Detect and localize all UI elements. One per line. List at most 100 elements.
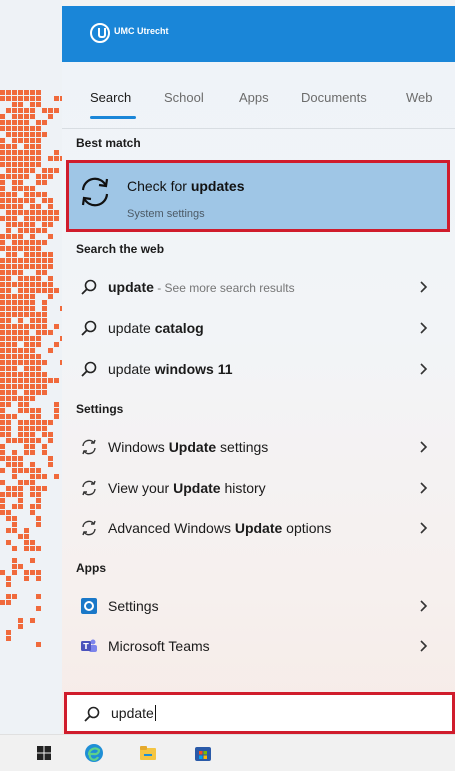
wallpaper-dot (30, 150, 35, 155)
wallpaper-dot (24, 300, 29, 305)
wallpaper-dot (36, 252, 41, 257)
sync-icon (81, 177, 109, 207)
wallpaper-dot (6, 426, 11, 431)
chevron-right-icon (420, 482, 428, 494)
wallpaper-dot (36, 366, 41, 371)
wallpaper-dot (6, 528, 11, 533)
settings-result-row[interactable]: View your Update history (62, 470, 455, 506)
app-result-row[interactable]: T Microsoft Teams (62, 628, 455, 664)
wallpaper-dot (6, 396, 11, 401)
wallpaper-dot (6, 294, 11, 299)
wallpaper-dot (30, 438, 35, 443)
wallpaper-dot (18, 336, 23, 341)
windows-start-icon[interactable] (34, 743, 54, 763)
wallpaper-dot (24, 252, 29, 257)
wallpaper-dot (12, 522, 17, 527)
taskbar (0, 734, 455, 771)
wallpaper-dot (0, 180, 5, 185)
wallpaper-dot (30, 138, 35, 143)
wallpaper-dot (0, 330, 5, 335)
tab-documents[interactable]: Documents (301, 90, 367, 105)
chevron-right-icon (420, 441, 428, 453)
wallpaper-dot (18, 402, 23, 407)
wallpaper-dot (6, 246, 11, 251)
wallpaper-dot (36, 288, 41, 293)
wallpaper-dot (30, 222, 35, 227)
wallpaper-dot (0, 426, 5, 431)
wallpaper-dot (48, 288, 53, 293)
wallpaper-dot (6, 492, 11, 497)
wallpaper-dot (30, 264, 35, 269)
wallpaper-dot (0, 90, 5, 95)
wallpaper-dot (30, 204, 35, 209)
wallpaper-dot (6, 96, 11, 101)
wallpaper-dot (12, 294, 17, 299)
wallpaper-dot (12, 114, 17, 119)
best-match-result[interactable]: Check for updates System settings (66, 160, 450, 232)
wallpaper-dot (18, 276, 23, 281)
tab-school[interactable]: School (164, 90, 204, 105)
wallpaper-dot (30, 228, 35, 233)
wallpaper-dot (30, 444, 35, 449)
wallpaper-dot (6, 462, 11, 467)
edge-browser-icon[interactable] (84, 743, 104, 763)
microsoft-store-icon[interactable] (193, 743, 213, 763)
wallpaper-dot (18, 102, 23, 107)
wallpaper-dot (24, 90, 29, 95)
tab-apps[interactable]: Apps (239, 90, 269, 105)
wallpaper-dot (36, 372, 41, 377)
search-box[interactable]: update (64, 692, 455, 734)
wallpaper-dot (36, 276, 41, 281)
file-explorer-icon[interactable] (138, 743, 158, 763)
wallpaper-dot (18, 396, 23, 401)
search-input[interactable]: update (111, 705, 156, 721)
wallpaper-dot (42, 486, 47, 491)
wallpaper-dot (12, 504, 17, 509)
wallpaper-dot (6, 516, 11, 521)
tab-search[interactable]: Search (90, 90, 131, 105)
wallpaper-dot (18, 624, 23, 629)
wallpaper-dot (18, 618, 23, 623)
app-result-row[interactable]: Settings (62, 588, 455, 624)
wallpaper-dot (6, 354, 11, 359)
wallpaper-dot (12, 204, 17, 209)
desktop-wallpaper (0, 0, 62, 734)
web-result-row[interactable]: update - See more search results (62, 269, 455, 305)
wallpaper-dot (6, 600, 11, 605)
brand-name: UMC Utrecht (114, 26, 169, 36)
wallpaper-dot (36, 138, 41, 143)
wallpaper-dot (0, 504, 5, 509)
wallpaper-dot (6, 228, 11, 233)
wallpaper-dot (42, 318, 47, 323)
wallpaper-dot (6, 210, 11, 215)
wallpaper-dot (30, 96, 35, 101)
wallpaper-dot (18, 498, 23, 503)
wallpaper-dot (0, 492, 5, 497)
wallpaper-dot (42, 474, 47, 479)
tab-web[interactable]: Web (406, 90, 433, 105)
teams-icon: T (81, 639, 97, 652)
wallpaper-dot (0, 570, 5, 575)
wallpaper-dot (18, 210, 23, 215)
wallpaper-dot (12, 186, 17, 191)
umc-logo-icon (90, 23, 110, 43)
wallpaper-dot (48, 264, 53, 269)
wallpaper-dot (36, 240, 41, 245)
web-result-row[interactable]: update windows 11 (62, 351, 455, 387)
wallpaper-dot (24, 138, 29, 143)
wallpaper-dot (6, 90, 11, 95)
wallpaper-dot (12, 312, 17, 317)
wallpaper-dot (36, 336, 41, 341)
svg-text:T: T (83, 642, 89, 651)
wallpaper-dot (12, 390, 17, 395)
wallpaper-dot (24, 444, 29, 449)
wallpaper-dot (18, 384, 23, 389)
wallpaper-dot (24, 120, 29, 125)
settings-result-row[interactable]: Windows Update settings (62, 429, 455, 465)
web-result-row[interactable]: update catalog (62, 310, 455, 346)
settings-result-row[interactable]: Advanced Windows Update options (62, 510, 455, 546)
wallpaper-dot (12, 108, 17, 113)
wallpaper-dot (24, 360, 29, 365)
wallpaper-dot (24, 126, 29, 131)
wallpaper-dot (24, 96, 29, 101)
